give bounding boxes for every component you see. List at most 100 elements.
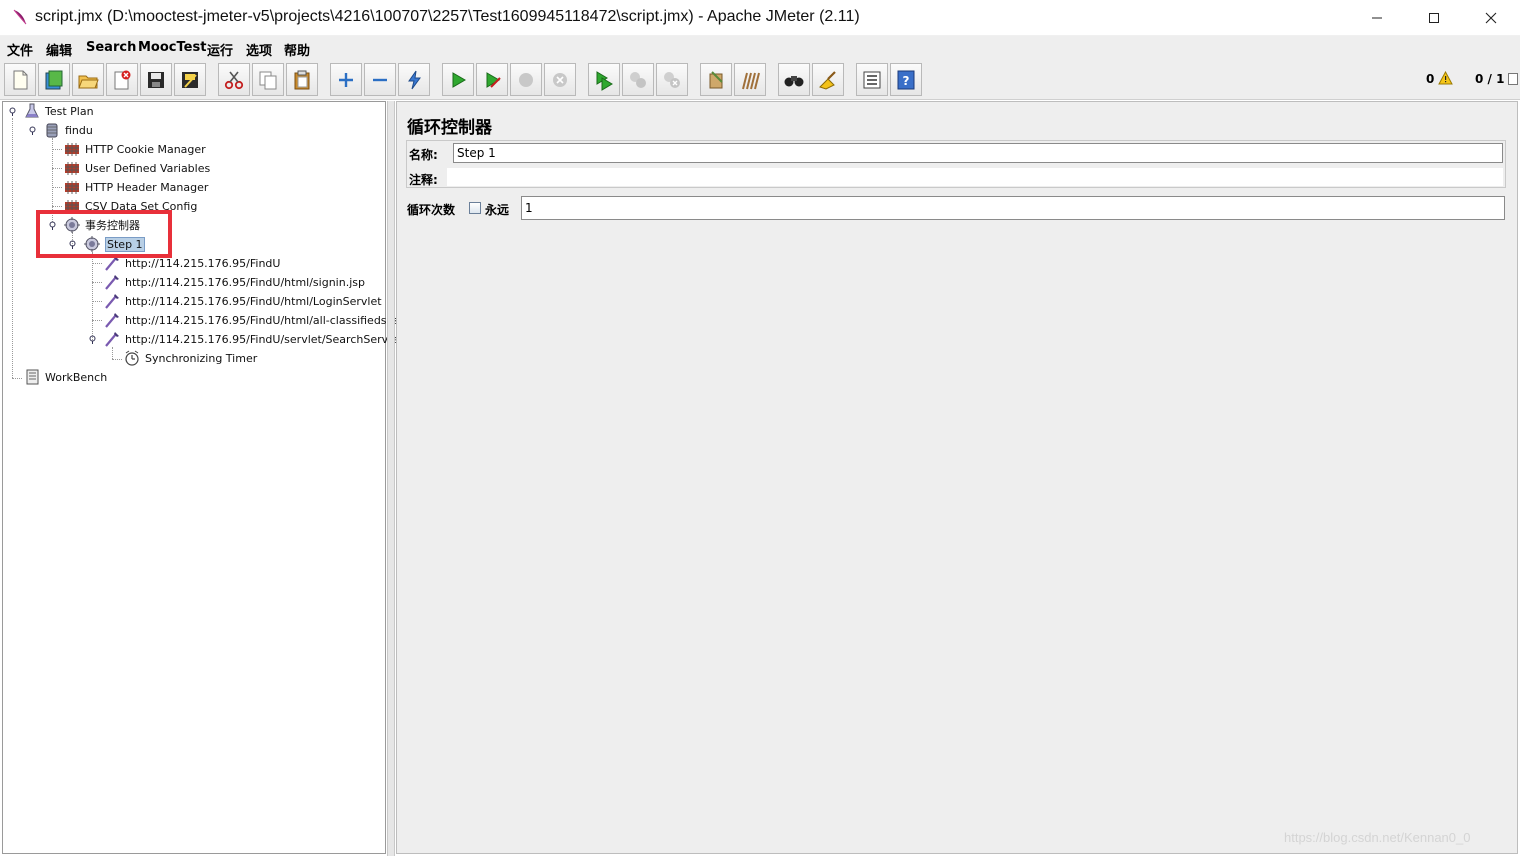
remote-shutdown-all-button[interactable] — [656, 63, 688, 96]
menu-run[interactable]: 运行 — [207, 40, 233, 59]
tree-node-label: Test Plan — [45, 104, 94, 118]
menu-options[interactable]: 选项 — [246, 40, 272, 59]
tree-node-header-manager[interactable]: HTTP Header Manager — [63, 178, 208, 196]
start-no-pause-button[interactable] — [476, 63, 508, 96]
forever-checkbox[interactable] — [469, 202, 481, 214]
config-element-icon — [65, 162, 79, 175]
running-indicator — [1508, 73, 1518, 85]
start-no-pause-icon — [486, 71, 501, 88]
tree-node-label: WorkBench — [45, 370, 108, 384]
config-element-icon — [65, 143, 79, 156]
close-file-icon — [114, 70, 131, 89]
save-as-button[interactable] — [174, 63, 206, 96]
tree-node-thread-group[interactable]: findu — [43, 121, 93, 139]
expand-handle[interactable] — [88, 335, 97, 344]
remote-start-icon — [596, 70, 613, 91]
menu-file[interactable]: 文件 — [7, 40, 33, 59]
title-bar: script.jmx (D:\mooctest-jmeter-v5\projec… — [0, 0, 1520, 36]
sampler-icon — [105, 294, 119, 309]
tree-node-cookie-manager[interactable]: HTTP Cookie Manager — [63, 140, 206, 158]
tree-node-label: http://114.215.176.95/FindU/html/signin.… — [125, 275, 365, 289]
menu-mooctest[interactable]: MoocTest — [138, 40, 206, 55]
open-icon — [78, 75, 99, 88]
tree-node-label: http://114.215.176.95/FindU/servlet/Sear… — [125, 332, 403, 346]
sampler-icon — [105, 313, 119, 328]
minimize-button[interactable] — [1348, 0, 1406, 36]
menu-search[interactable]: Search — [86, 40, 136, 55]
close-window-button[interactable] — [1462, 0, 1520, 36]
save-icon — [148, 71, 164, 88]
tree-node-label: HTTP Header Manager — [85, 180, 209, 194]
loop-count-label: 循环次数 — [407, 203, 456, 217]
comment-input[interactable] — [447, 168, 1503, 186]
toggle-button[interactable] — [398, 63, 430, 96]
thread-group-icon — [46, 123, 58, 138]
open-button[interactable] — [72, 63, 104, 96]
new-button[interactable] — [4, 63, 36, 96]
sampler-icon — [105, 275, 119, 290]
menu-help[interactable]: 帮助 — [284, 40, 310, 59]
cut-button[interactable] — [218, 63, 250, 96]
tree-node-sampler[interactable]: http://114.215.176.95/FindU/html/LoginSe… — [103, 292, 382, 310]
warning-icon — [1438, 71, 1453, 85]
tree-node-sampler[interactable]: http://114.215.176.95/FindU/servlet/Sear… — [103, 330, 402, 348]
help-button[interactable]: ? — [890, 63, 922, 96]
remote-stop-all-button[interactable] — [622, 63, 654, 96]
panel-splitter[interactable] — [387, 101, 395, 856]
templates-icon — [45, 70, 63, 89]
copy-button[interactable] — [252, 63, 284, 96]
remote-start-all-button[interactable] — [588, 63, 620, 96]
close-file-button[interactable] — [106, 63, 138, 96]
tree-node-label: http://114.215.176.95/FindU/html/LoginSe… — [125, 294, 382, 308]
save-button[interactable] — [140, 63, 172, 96]
svg-text:?: ? — [903, 74, 910, 88]
shutdown-icon — [553, 72, 567, 87]
stop-icon — [519, 72, 533, 87]
panel-title: 循环控制器 — [407, 118, 492, 138]
cut-icon — [224, 71, 244, 89]
expand-all-button[interactable] — [330, 63, 362, 96]
minimize-icon — [1372, 17, 1382, 19]
name-input[interactable] — [453, 143, 1503, 163]
watermark: https://blog.csdn.net/Kennan0_0 — [1284, 830, 1471, 845]
tree-node-sampler[interactable]: http://114.215.176.95/FindU/html/all-cla… — [103, 311, 406, 329]
reset-search-button[interactable] — [812, 63, 844, 96]
menu-bar: 文件 编辑 Search MoocTest 运行 选项 帮助 — [0, 36, 1520, 60]
tree-node-synchronizing-timer[interactable]: Synchronizing Timer — [123, 349, 257, 367]
remote-stop-icon — [630, 71, 646, 88]
tree-node-workbench[interactable]: WorkBench — [23, 368, 107, 386]
collapse-icon — [373, 78, 387, 81]
clear-icon — [709, 70, 723, 88]
clear-button[interactable] — [700, 63, 732, 96]
search-button[interactable] — [778, 63, 810, 96]
loop-count-input[interactable] — [521, 196, 1505, 220]
menu-edit[interactable]: 编辑 — [46, 40, 72, 59]
function-helper-icon — [863, 71, 881, 88]
clear-all-button[interactable] — [734, 63, 766, 96]
tree-node-test-plan[interactable]: Test Plan — [23, 102, 94, 120]
function-helper-button[interactable] — [856, 63, 888, 96]
close-icon — [1485, 12, 1497, 24]
expand-handle[interactable] — [28, 126, 37, 135]
name-label: 名称: — [409, 148, 438, 162]
sampler-icon — [105, 332, 119, 347]
paste-button[interactable] — [286, 63, 318, 96]
maximize-button[interactable] — [1405, 0, 1463, 36]
start-button[interactable] — [442, 63, 474, 96]
window-title: script.jmx (D:\mooctest-jmeter-v5\projec… — [35, 8, 860, 25]
collapse-all-button[interactable] — [364, 63, 396, 96]
tree-node-label: http://114.215.176.95/FindU/html/all-cla… — [125, 313, 406, 327]
tree-node-label: findu — [65, 123, 93, 137]
toolbar: ? — [0, 60, 1520, 100]
copy-icon — [259, 71, 277, 89]
expand-icon — [339, 72, 353, 87]
expand-handle[interactable] — [8, 107, 17, 116]
stop-button[interactable] — [510, 63, 542, 96]
templates-button[interactable] — [38, 63, 70, 96]
tree-node-label: HTTP Cookie Manager — [85, 142, 206, 156]
tree-node-user-defined-variables[interactable]: User Defined Variables — [63, 159, 210, 177]
workbench-icon — [26, 369, 39, 385]
tree-node-sampler[interactable]: http://114.215.176.95/FindU/html/signin.… — [103, 273, 365, 291]
shutdown-button[interactable] — [544, 63, 576, 96]
tree-node-label: User Defined Variables — [85, 161, 211, 175]
